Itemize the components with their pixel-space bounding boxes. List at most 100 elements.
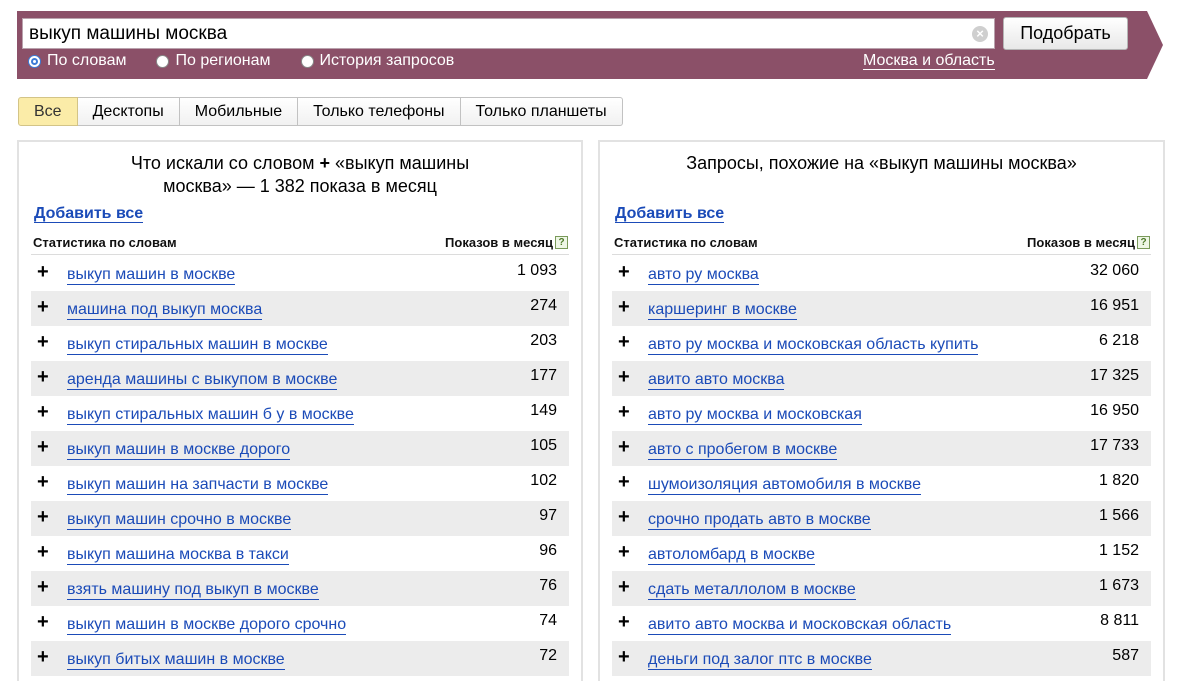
table-row: + авто с пробегом в москве 17 733 — [612, 431, 1151, 466]
query-link[interactable]: авто ру москва и московская область купи… — [648, 336, 979, 355]
add-phrase-icon[interactable]: + — [37, 542, 49, 562]
query-link[interactable]: каршеринг в москве — [648, 301, 797, 320]
add-phrase-icon[interactable]: + — [618, 332, 630, 352]
radio-by-words-icon[interactable] — [28, 54, 41, 68]
query-link[interactable]: выкуп стиральных машин б у в москве — [67, 406, 354, 425]
tab-tablets-only[interactable]: Только планшеты — [460, 97, 623, 126]
tab-desktops[interactable]: Десктопы — [77, 97, 180, 126]
query-link[interactable]: автоломбард в москве — [648, 546, 816, 565]
impressions-count: 102 — [530, 472, 557, 489]
add-phrase-icon[interactable]: + — [618, 437, 630, 457]
column-header-count: Показов в месяц ? — [1027, 235, 1150, 250]
add-phrase-icon[interactable]: + — [618, 402, 630, 422]
left-panel: Что искали со словом + «выкуп машины мос… — [17, 140, 583, 681]
add-phrase-icon[interactable]: + — [37, 297, 49, 317]
impressions-count: 72 — [539, 647, 557, 664]
add-phrase-icon[interactable]: + — [37, 472, 49, 492]
add-phrase-icon[interactable]: + — [37, 612, 49, 632]
add-phrase-icon[interactable]: + — [618, 612, 630, 632]
table-row: + авто ру москва 32 060 — [612, 256, 1151, 291]
tab-phones-only[interactable]: Только телефоны — [298, 97, 461, 126]
impressions-count: 203 — [530, 332, 557, 349]
table-row: + выкуп машин в москве дорого 105 — [31, 431, 569, 466]
query-link[interactable]: авто ру москва и московская — [648, 406, 862, 425]
add-phrase-icon[interactable]: + — [37, 647, 49, 667]
title-part: Что искали со словом — [130, 153, 315, 173]
impressions-count: 1 673 — [1098, 577, 1139, 594]
query-link[interactable]: выкуп машина москва в такси — [67, 546, 289, 565]
table-row: + шумоизоляция автомобиля в москве 1 820 — [612, 466, 1151, 501]
search-mode-group: По словам По регионам История запросов — [28, 51, 484, 71]
help-icon[interactable]: ? — [555, 236, 568, 249]
query-link[interactable]: выкуп машин срочно в москве — [67, 511, 292, 530]
add-phrase-icon[interactable]: + — [618, 297, 630, 317]
table-row: + автоломбард в москве 1 152 — [612, 536, 1151, 571]
query-link[interactable]: авто ру москва — [648, 266, 759, 285]
help-icon[interactable]: ? — [1137, 236, 1150, 249]
impressions-count: 149 — [530, 402, 557, 419]
tab-all[interactable]: Все — [18, 97, 78, 126]
query-link[interactable]: деньги под залог птс в москве — [648, 651, 872, 670]
add-phrase-icon[interactable]: + — [37, 577, 49, 597]
impressions-count: 32 060 — [1090, 262, 1139, 279]
mode-by-regions[interactable]: По регионам — [156, 51, 271, 71]
search-input-wrapper: × — [22, 18, 995, 49]
add-phrase-icon[interactable]: + — [37, 262, 49, 282]
submit-button[interactable]: Подобрать — [1003, 17, 1128, 50]
clear-icon[interactable]: × — [972, 26, 988, 42]
header-divider — [31, 254, 569, 255]
impressions-count: 8 811 — [1100, 612, 1139, 629]
query-link[interactable]: шумоизоляция автомобиля в москве — [648, 476, 922, 495]
search-input[interactable] — [29, 22, 969, 46]
query-link[interactable]: выкуп машин в москве дорого — [67, 441, 291, 460]
add-phrase-icon[interactable]: + — [37, 332, 49, 352]
add-all-link[interactable]: Добавить все — [615, 205, 725, 223]
query-link[interactable]: машина под выкуп москва — [67, 301, 263, 320]
impressions-count: 17 325 — [1090, 367, 1139, 384]
query-link[interactable]: выкуп машин на запчасти в москве — [67, 476, 329, 495]
add-phrase-icon[interactable]: + — [618, 472, 630, 492]
title-part: москва» — 1 382 показа в месяц — [163, 176, 437, 196]
add-phrase-icon[interactable]: + — [618, 647, 630, 667]
add-phrase-icon[interactable]: + — [618, 262, 630, 282]
table-row: + деньги под залог птс в москве 587 — [612, 641, 1151, 676]
query-link[interactable]: выкуп машин в москве дорого срочно — [67, 616, 347, 635]
add-phrase-icon[interactable]: + — [618, 542, 630, 562]
add-all-link[interactable]: Добавить все — [34, 205, 144, 223]
add-phrase-icon[interactable]: + — [37, 367, 49, 387]
add-phrase-icon[interactable]: + — [37, 402, 49, 422]
radio-history-icon[interactable] — [300, 54, 314, 68]
radio-by-regions-icon[interactable] — [156, 54, 170, 68]
mode-label: По регионам — [175, 52, 271, 69]
query-link[interactable]: авито авто москва и московская область — [648, 616, 952, 635]
query-link[interactable]: взять машину под выкуп в москве — [67, 581, 319, 600]
table-row: + авто ру москва и московская область куп… — [612, 326, 1151, 361]
add-phrase-icon[interactable]: + — [37, 507, 49, 527]
table-row: + выкуп битых машин в москве 72 — [31, 641, 569, 676]
column-header-stats: Статистика по словам — [33, 235, 177, 250]
add-phrase-icon[interactable]: + — [618, 577, 630, 597]
query-link[interactable]: авто с пробегом в москве — [648, 441, 838, 460]
query-link[interactable]: авито авто москва — [648, 371, 785, 390]
query-link[interactable]: сдать металлолом в москве — [648, 581, 856, 600]
query-link[interactable]: выкуп машин в москве — [67, 266, 236, 285]
query-link[interactable]: выкуп битых машин в москве — [67, 651, 285, 670]
add-phrase-icon[interactable]: + — [37, 437, 49, 457]
mode-label: История запросов — [319, 52, 455, 69]
impressions-count: 74 — [539, 612, 557, 629]
impressions-count: 105 — [530, 437, 557, 454]
left-results-list: + выкуп машин в москве 1 093 + машина под вы… — [31, 256, 569, 676]
table-row: + срочно продать авто в москве 1 566 — [612, 501, 1151, 536]
add-phrase-icon[interactable]: + — [618, 507, 630, 527]
mode-by-words[interactable]: По словам — [28, 51, 126, 71]
impressions-count: 587 — [1112, 647, 1139, 664]
impressions-count: 1 093 — [516, 262, 557, 279]
add-phrase-icon[interactable]: + — [618, 367, 630, 387]
query-link[interactable]: выкуп стиральных машин в москве — [67, 336, 328, 355]
region-link[interactable]: Москва и область — [863, 52, 995, 70]
query-link[interactable]: аренда машины с выкупом в москве — [67, 371, 338, 390]
query-link[interactable]: срочно продать авто в москве — [648, 511, 871, 530]
tab-mobile[interactable]: Мобильные — [179, 97, 299, 126]
mode-history[interactable]: История запросов — [300, 51, 455, 71]
column-header-count-label: Показов в месяц — [1027, 235, 1135, 250]
